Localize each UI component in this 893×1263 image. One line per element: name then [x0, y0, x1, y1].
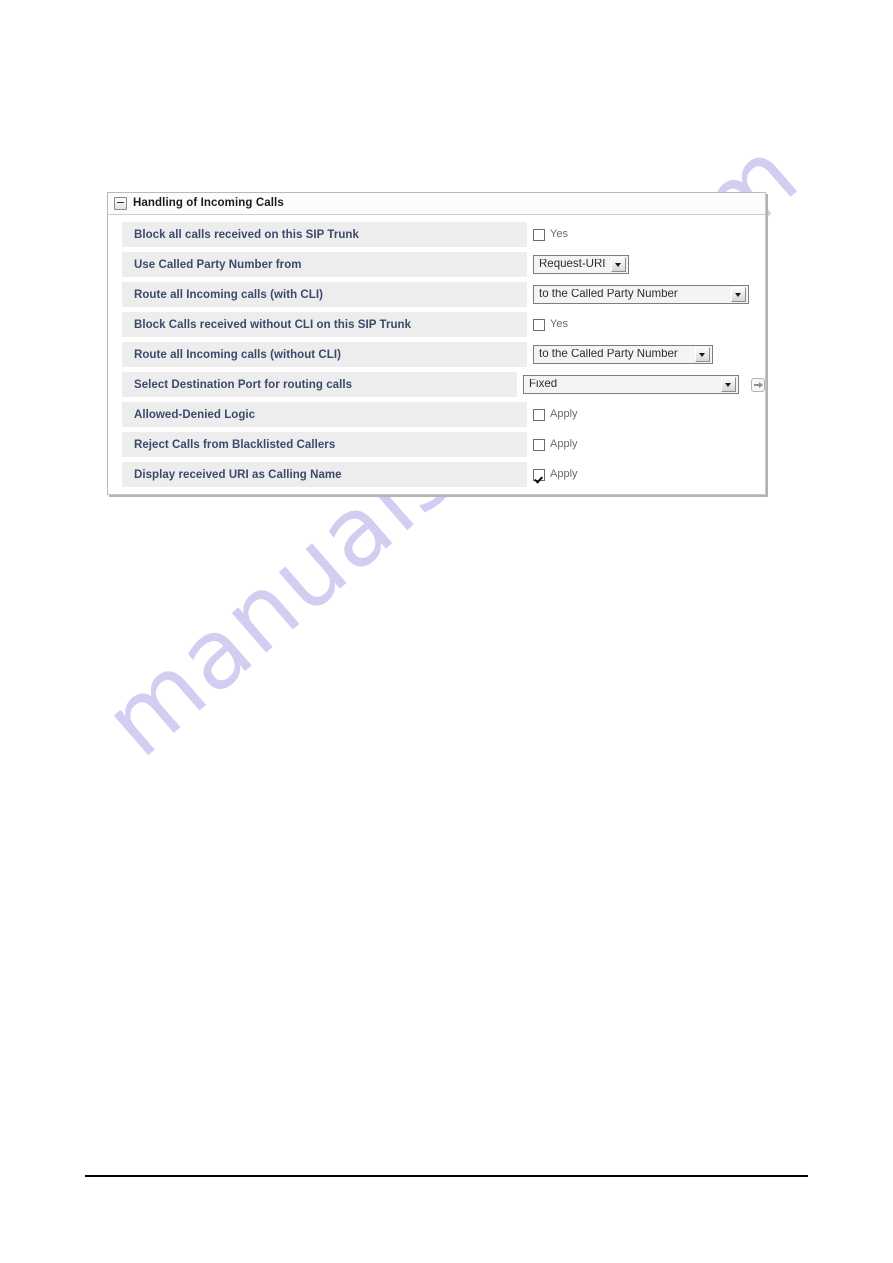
settings-row: Display received URI as Calling Name Appl… [108, 462, 765, 487]
dropdown-selected-value: to the Called Party Number [539, 348, 678, 360]
checkbox-unchecked-icon[interactable] [533, 408, 545, 421]
page-watermark: manualshive.com [83, 117, 820, 950]
settings-row-label: Reject Calls from Blacklisted Callers [122, 432, 527, 457]
settings-row-control: Apply [527, 432, 765, 457]
settings-row: Block all calls received on this SIP Tru… [108, 222, 765, 247]
settings-row: Route all Incoming calls (with CLI) to th… [108, 282, 765, 307]
settings-row-label: Block Calls received without CLI on this… [122, 312, 527, 337]
footer-divider [85, 1175, 808, 1177]
dropdown-select[interactable]: Request-URI [533, 255, 629, 274]
settings-row-label: Route all Incoming calls (without CLI) [122, 342, 527, 367]
settings-row-label: Use Called Party Number from [122, 252, 527, 277]
checkbox-unchecked-icon[interactable] [533, 438, 545, 451]
settings-row-label: Allowed-Denied Logic [122, 402, 527, 427]
dropdown-select[interactable]: Fixed [523, 375, 739, 394]
settings-row: Allowed-Denied Logic Apply [108, 402, 765, 427]
arrow-right-icon[interactable] [751, 377, 765, 392]
chevron-down-icon[interactable] [731, 287, 746, 302]
dropdown-selected-value: Fixed [529, 378, 558, 390]
settings-row-control: Yes [527, 222, 765, 247]
settings-row: Block Calls received without CLI on this… [108, 312, 765, 337]
dropdown-select[interactable]: to the Called Party Number [533, 345, 713, 364]
settings-row-control: to the Called Party Number [527, 282, 765, 307]
checkbox-label: Yes [550, 228, 568, 240]
checkbox-label: Yes [550, 318, 568, 330]
chevron-down-icon[interactable] [611, 257, 626, 272]
minus-box-icon[interactable] [114, 197, 127, 210]
checkbox-group[interactable]: Apply [533, 408, 578, 421]
panel-title: Handling of Incoming Calls [133, 196, 284, 209]
checkbox-group[interactable]: Apply [533, 468, 578, 481]
chevron-down-icon[interactable] [695, 347, 710, 362]
settings-row-label: Block all calls received on this SIP Tru… [122, 222, 527, 247]
settings-row-control: Yes [527, 312, 765, 337]
checkbox-group[interactable]: Apply [533, 438, 578, 451]
settings-row-label: Route all Incoming calls (with CLI) [122, 282, 527, 307]
checkbox-label: Apply [550, 408, 578, 420]
dropdown-select[interactable]: to the Called Party Number [533, 285, 749, 304]
handling-of-incoming-calls-panel: Handling of Incoming Calls Block all cal… [107, 192, 766, 495]
checkbox-label: Apply [550, 468, 578, 480]
settings-row: Route all Incoming calls (without CLI) to… [108, 342, 765, 367]
settings-row-control: Request-URI [527, 252, 765, 277]
settings-row-control: Apply [527, 402, 765, 427]
settings-row: Use Called Party Number from Request-URI [108, 252, 765, 277]
checkbox-group[interactable]: Yes [533, 318, 568, 331]
settings-row-control: to the Called Party Number [527, 342, 765, 367]
checkbox-label: Apply [550, 438, 578, 450]
settings-row: Select Destination Port for routing call… [108, 372, 765, 397]
settings-row-control: Apply [527, 462, 765, 487]
checkbox-checked-icon[interactable] [533, 468, 545, 481]
settings-row: Reject Calls from Blacklisted Callers App… [108, 432, 765, 457]
checkbox-unchecked-icon[interactable] [533, 228, 545, 241]
settings-row-label: Select Destination Port for routing call… [122, 372, 517, 397]
settings-row-label: Display received URI as Calling Name [122, 462, 527, 487]
checkbox-group[interactable]: Yes [533, 228, 568, 241]
chevron-down-icon[interactable] [721, 377, 736, 392]
checkbox-unchecked-icon[interactable] [533, 318, 545, 331]
dropdown-selected-value: to the Called Party Number [539, 288, 678, 300]
panel-body: Block all calls received on this SIP Tru… [108, 215, 765, 494]
panel-header: Handling of Incoming Calls [108, 193, 765, 215]
settings-row-control: Fixed [517, 372, 765, 397]
dropdown-selected-value: Request-URI [539, 258, 606, 270]
